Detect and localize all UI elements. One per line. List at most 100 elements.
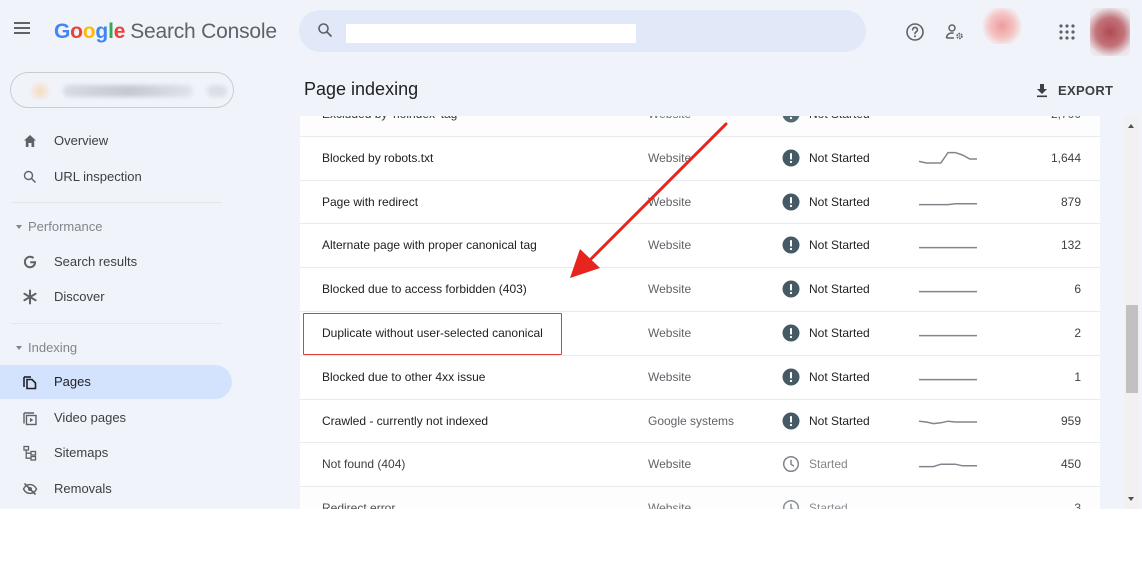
sidebar-divider <box>11 323 222 324</box>
pages-count: 1,644 <box>1050 150 1081 165</box>
sidebar-item-removals[interactable]: Removals <box>0 472 232 506</box>
reason-cell: Duplicate without user-selected canonica… <box>322 325 543 340</box>
google-g-icon <box>23 255 37 269</box>
trend-sparkline <box>919 334 977 337</box>
property-dropdown-indicator <box>207 85 227 97</box>
blurred-account-chip[interactable] <box>981 8 1023 44</box>
reason-cell: Blocked due to other 4xx issue <box>322 369 486 384</box>
reason-cell: Blocked by robots.txt <box>322 150 434 165</box>
sidebar-item-sitemaps[interactable]: Sitemaps <box>0 436 232 470</box>
reason-cell: Excluded by 'noindex' tag <box>322 116 457 121</box>
trend-sparkline <box>919 247 977 249</box>
sidebar-section-performance[interactable]: Performance <box>16 219 102 234</box>
caret-down-icon <box>16 345 22 350</box>
search-icon <box>318 23 332 37</box>
exclamation-icon <box>782 236 800 254</box>
pages-count: 879 <box>1060 194 1081 209</box>
exclamation-icon <box>782 149 800 167</box>
validation-status: Not Started <box>809 325 870 340</box>
trend-sparkline <box>919 378 977 381</box>
apps-grid-icon[interactable] <box>1057 22 1077 42</box>
source-cell: Website <box>648 501 692 509</box>
trend-line <box>919 463 977 468</box>
admin-settings-icon[interactable] <box>945 22 965 42</box>
removals-eye-off-icon <box>22 482 38 496</box>
page-title: Page indexing <box>304 79 419 99</box>
sidebar-item-search-results[interactable]: Search results <box>0 245 232 279</box>
validation-cell: Not Started <box>782 192 870 212</box>
table-scrollbar[interactable] <box>1124 116 1139 509</box>
table-body: Excluded by 'noindex' tag Website Not St… <box>300 116 1100 509</box>
validation-status: Not Started <box>809 116 870 121</box>
table-row[interactable]: Redirect error Website Started 3 <box>300 487 1100 509</box>
table-row[interactable]: Alternate page with proper canonical tag… <box>300 224 1100 269</box>
validation-cell: Not Started <box>782 116 870 124</box>
sidebar-item-discover[interactable]: Discover <box>0 280 232 314</box>
table-row[interactable]: Crawled - currently not indexed Google s… <box>300 399 1100 444</box>
table-row[interactable]: Page with redirect Website Not Started 8… <box>300 180 1100 225</box>
top-app-bar: Google Search Console <box>0 0 1142 64</box>
trend-line <box>919 202 977 205</box>
sidebar-item-pages[interactable]: Pages <box>0 365 232 399</box>
sidebar-section-indexing[interactable]: Indexing <box>16 340 77 355</box>
validation-cell: Started <box>782 454 848 474</box>
validation-status: Not Started <box>809 282 870 297</box>
reason-cell: Crawled - currently not indexed <box>322 413 489 428</box>
pages-count: 3 <box>1074 501 1081 509</box>
validation-status: Not Started <box>809 369 870 384</box>
validation-status: Started <box>809 501 848 509</box>
trend-line <box>918 151 977 164</box>
source-cell: Website <box>648 238 692 253</box>
pages-count: 1 <box>1074 369 1081 384</box>
sidebar-item-overview[interactable]: Overview <box>0 124 232 158</box>
search-console-logo[interactable]: Google Search Console <box>54 20 277 44</box>
table-row[interactable]: Blocked by robots.txt Website Not Starte… <box>300 136 1100 181</box>
search-console-app: Google Search Console Overview URL inspe… <box>0 0 1142 509</box>
table-row-highlighted[interactable]: Duplicate without user-selected canonica… <box>300 311 1100 356</box>
google-wordmark: Google <box>54 20 126 43</box>
table-row[interactable]: Not found (404) Website Started 450 <box>300 443 1100 488</box>
scroll-down-arrow-icon[interactable] <box>1128 497 1134 501</box>
source-cell: Website <box>648 282 692 297</box>
table-row[interactable]: Excluded by 'noindex' tag Website Not St… <box>300 116 1100 137</box>
validation-status: Started <box>809 457 848 472</box>
pages-icon <box>23 376 37 390</box>
export-button[interactable]: EXPORT <box>1034 80 1113 100</box>
menu-icon[interactable] <box>14 22 30 36</box>
source-cell: Website <box>648 150 692 165</box>
search-icon <box>23 170 37 184</box>
validation-cell: Not Started <box>782 411 870 431</box>
scrollbar-thumb[interactable] <box>1126 305 1138 393</box>
property-favicon <box>27 82 53 100</box>
download-icon <box>1037 84 1047 98</box>
home-icon <box>24 135 36 147</box>
source-cell: Google systems <box>648 413 735 428</box>
account-avatar[interactable] <box>1090 8 1130 56</box>
table-row[interactable]: Blocked due to access forbidden (403) We… <box>300 268 1100 312</box>
exclamation-icon <box>782 193 800 211</box>
trend-sparkline <box>918 151 977 164</box>
pages-count: 2 <box>1074 325 1081 340</box>
validation-status: Not Started <box>809 194 870 209</box>
help-icon[interactable] <box>905 22 925 42</box>
exclamation-icon <box>782 368 800 386</box>
scroll-up-arrow-icon[interactable] <box>1128 124 1134 128</box>
trend-sparkline <box>919 291 977 293</box>
table-row[interactable]: Blocked due to other 4xx issue Website N… <box>300 355 1100 400</box>
pages-count: 2,700 <box>1051 116 1081 121</box>
search-input[interactable] <box>346 24 636 43</box>
clock-icon <box>782 500 800 509</box>
sidebar-divider <box>11 202 222 203</box>
discover-asterisk-icon <box>23 289 37 305</box>
sidebar-item-video-pages[interactable]: Video pages <box>0 401 232 435</box>
source-cell: Website <box>648 457 692 472</box>
trend-sparkline <box>919 202 977 205</box>
search-bar[interactable] <box>299 10 866 52</box>
validation-cell: Not Started <box>782 323 870 343</box>
property-selector[interactable] <box>10 72 234 108</box>
reason-cell: Not found (404) <box>322 457 406 472</box>
pages-count: 132 <box>1060 238 1081 253</box>
sidebar-item-url-inspection[interactable]: URL inspection <box>0 160 232 194</box>
validation-cell: Not Started <box>782 367 870 387</box>
property-name-blurred <box>63 85 193 97</box>
